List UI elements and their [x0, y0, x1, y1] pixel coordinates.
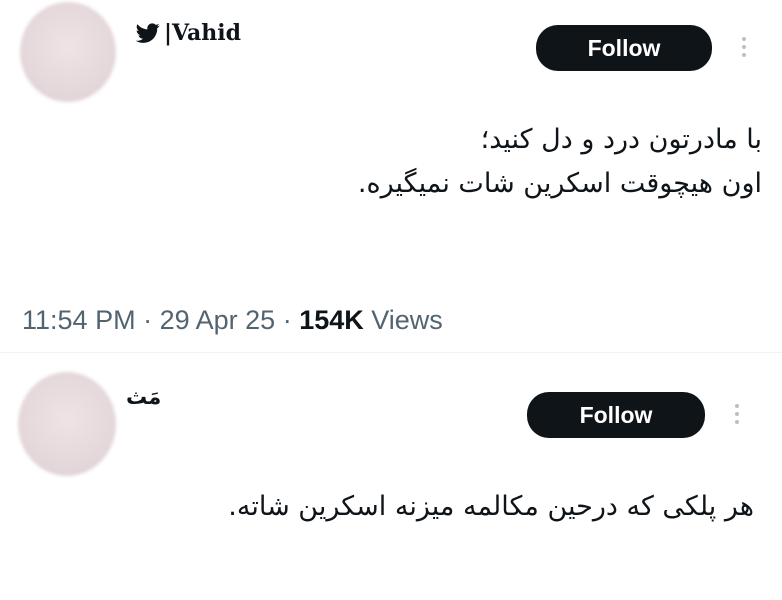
reply-follow-button[interactable]: Follow: [527, 392, 705, 438]
meta-separator: ·: [282, 305, 300, 335]
views-label: Views: [371, 305, 443, 335]
views-count: 154K: [299, 305, 364, 335]
author-name: |Vahid: [164, 20, 242, 46]
meta-separator: ·: [143, 305, 160, 335]
tweet-meta: 11:54 PM · 29 Apr 25 · 154K Views: [22, 305, 443, 336]
reply-author-name[interactable]: مَث: [126, 385, 161, 409]
more-options-icon[interactable]: [741, 37, 747, 57]
reply-text: هر پلکی که درحین مکالمه میزنه اسکرین شات…: [228, 491, 754, 522]
divider: [0, 352, 782, 353]
follow-button[interactable]: Follow: [536, 25, 712, 71]
tweet-text-line: با مادرتون درد و دل کنید؛: [480, 124, 762, 155]
tweet-date[interactable]: 29 Apr 25: [160, 305, 276, 335]
reply-author-avatar[interactable]: [18, 372, 116, 476]
author-avatar[interactable]: [20, 2, 116, 102]
author-name-row[interactable]: |Vahid: [136, 20, 241, 46]
reply-more-options-icon[interactable]: [734, 404, 740, 424]
tweet-text-line: اون هیچوقت اسکرین شات نمیگیره.: [357, 168, 762, 199]
tweet-time[interactable]: 11:54 PM: [22, 305, 136, 335]
twitter-bird-icon: [136, 23, 160, 43]
tweet-text: با مادرتون درد و دل کنید؛ اون هیچوقت اسک…: [42, 118, 762, 206]
